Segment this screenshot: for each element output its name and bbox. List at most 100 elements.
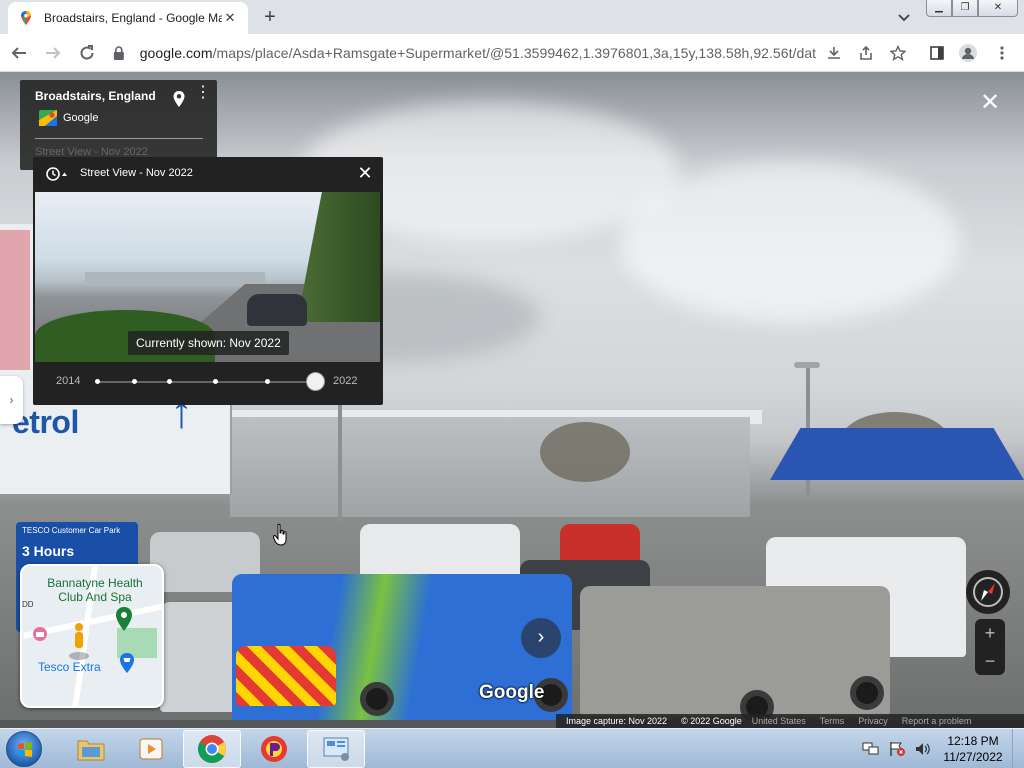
minimize-icon[interactable]: ▁ — [926, 0, 952, 17]
network-icon[interactable] — [862, 741, 880, 757]
hand-cursor-icon — [273, 523, 287, 546]
region-link[interactable]: United States — [752, 716, 806, 726]
zoom-in-icon[interactable]: + — [975, 619, 1005, 647]
lock-icon[interactable] — [110, 46, 128, 60]
timeline-start-year: 2014 — [56, 375, 81, 387]
timeline-end-year: 2022 — [333, 375, 358, 387]
google-watermark: Google — [479, 682, 545, 703]
timeline-slider-handle[interactable] — [306, 372, 325, 391]
timeline-track[interactable] — [95, 379, 315, 384]
location-title[interactable]: Broadstairs, England — [35, 89, 156, 103]
tab-strip: Broadstairs, England - Google Maps ✕ + ▁… — [0, 0, 1024, 34]
google-maps-logo-icon — [39, 110, 57, 126]
taskbar-explorer[interactable] — [62, 730, 120, 768]
blue-canopy — [770, 428, 1024, 480]
poi-tesco-extra[interactable]: Tesco Extra — [38, 660, 101, 674]
side-panel-icon[interactable] — [927, 43, 947, 63]
minimap[interactable]: DD Bannatyne Health Club And Spa Tesco E… — [20, 564, 164, 708]
timeline-stop[interactable] — [212, 379, 218, 384]
action-center-flag-icon[interactable] — [888, 741, 906, 757]
lamp-post — [338, 402, 342, 522]
profile-avatar-icon[interactable] — [958, 43, 978, 63]
browser-tab[interactable]: Broadstairs, England - Google Maps ✕ — [8, 2, 248, 34]
privacy-link[interactable]: Privacy — [858, 716, 888, 726]
time-travel-header: Street View - Nov 2022 ✕ — [33, 157, 383, 191]
start-button[interactable] — [6, 731, 42, 767]
timeline-stop[interactable] — [166, 379, 172, 384]
clock-date: 11/27/2022 — [943, 750, 1003, 764]
attribution-bar: Image capture: Nov 2022 © 2022 Google Un… — [556, 714, 1024, 728]
map-edge-label: DD — [22, 600, 34, 609]
preview-trees — [297, 192, 380, 322]
system-tray — [862, 729, 940, 768]
address-bar[interactable]: google.com/maps/place/Asda+Ramsgate+Supe… — [110, 38, 816, 68]
copyright-text: © 2022 Google — [681, 716, 742, 726]
store-building — [230, 417, 750, 517]
download-icon[interactable] — [824, 43, 844, 63]
share-icon[interactable] — [856, 43, 876, 63]
zoom-controls: + − — [975, 619, 1005, 675]
more-options-icon[interactable]: ⋮ — [195, 85, 211, 101]
silver-car — [580, 586, 890, 716]
forward-icon[interactable] — [38, 38, 68, 68]
poi-bannatyne[interactable]: Bannatyne Health Club And Spa — [36, 576, 154, 604]
van-chevrons — [236, 646, 336, 706]
reload-icon[interactable] — [72, 38, 102, 68]
wheel — [850, 676, 884, 710]
close-street-view-icon[interactable]: ✕ — [978, 91, 1002, 116]
google-maps-icon — [21, 11, 31, 25]
taskbar-paint-app[interactable] — [245, 730, 303, 768]
control-panel-icon — [323, 737, 349, 761]
zoom-out-icon[interactable]: − — [975, 647, 1005, 675]
close-window-icon[interactable]: ✕ — [978, 0, 1018, 17]
shopping-cart-pin-icon[interactable] — [118, 652, 136, 674]
tab-title: Broadstairs, England - Google Maps — [44, 11, 222, 25]
taskbar-control-panel[interactable] — [307, 730, 365, 768]
system-clock[interactable]: 12:18 PM 11/27/2022 — [940, 733, 1006, 765]
cloud — [620, 162, 960, 322]
image-capture-date: Image capture: Nov 2022 — [566, 716, 668, 726]
close-time-travel-icon[interactable]: ✕ — [355, 163, 375, 183]
map-pin-icon[interactable] — [172, 90, 186, 108]
show-desktop-button[interactable] — [1012, 729, 1024, 768]
clock-time: 12:18 PM — [947, 734, 999, 748]
compass-icon[interactable] — [966, 570, 1010, 614]
tab-close-icon[interactable]: ✕ — [222, 10, 238, 26]
timeline-stop[interactable] — [265, 379, 271, 384]
back-icon[interactable] — [4, 38, 34, 68]
history-clock-icon[interactable] — [45, 166, 67, 182]
windows-taskbar: 12:18 PM 11/27/2022 — [0, 728, 1024, 768]
taskbar-media-player[interactable] — [122, 730, 180, 768]
url-text[interactable]: google.com/maps/place/Asda+Ramsgate+Supe… — [140, 45, 816, 61]
chevron-down-icon[interactable] — [894, 8, 914, 28]
trees — [540, 422, 630, 482]
lamp-head — [794, 362, 820, 368]
chrome-icon — [198, 735, 226, 763]
car-park-sign-top: TESCO Customer Car Park — [22, 526, 121, 535]
timeline-stop[interactable] — [95, 379, 100, 384]
new-tab-button[interactable]: + — [258, 6, 282, 30]
browser-toolbar: google.com/maps/place/Asda+Ramsgate+Supe… — [0, 34, 1024, 72]
time-travel-panel: Street View - Nov 2022 ✕ 2014 2022 — [33, 157, 383, 405]
bookmark-star-icon[interactable] — [888, 43, 908, 63]
volume-icon[interactable] — [914, 741, 932, 757]
timeline-stop[interactable] — [132, 379, 138, 384]
move-forward-arrow-icon[interactable]: › — [521, 618, 561, 658]
parked-car — [560, 524, 640, 564]
folder-icon — [77, 740, 105, 761]
report-problem-link[interactable]: Report a problem — [902, 716, 972, 726]
paint-app-icon — [261, 736, 287, 762]
taskbar-chrome[interactable] — [183, 730, 241, 768]
browser-menu-icon[interactable] — [992, 43, 1012, 63]
poi-green-pin-icon[interactable] — [114, 606, 134, 632]
sign-red-stripe — [0, 230, 30, 370]
expand-panel-button[interactable]: › — [0, 376, 23, 424]
terms-link[interactable]: Terms — [820, 716, 845, 726]
preview-store — [85, 272, 265, 286]
pegman-icon[interactable] — [68, 622, 90, 662]
currently-shown-tooltip: Currently shown: Nov 2022 — [128, 331, 289, 355]
spa-icon[interactable] — [32, 626, 48, 642]
preview-car — [247, 294, 307, 326]
restore-icon[interactable]: ❐ — [952, 0, 978, 17]
screen: Broadstairs, England - Google Maps ✕ + ▁… — [0, 0, 1024, 768]
